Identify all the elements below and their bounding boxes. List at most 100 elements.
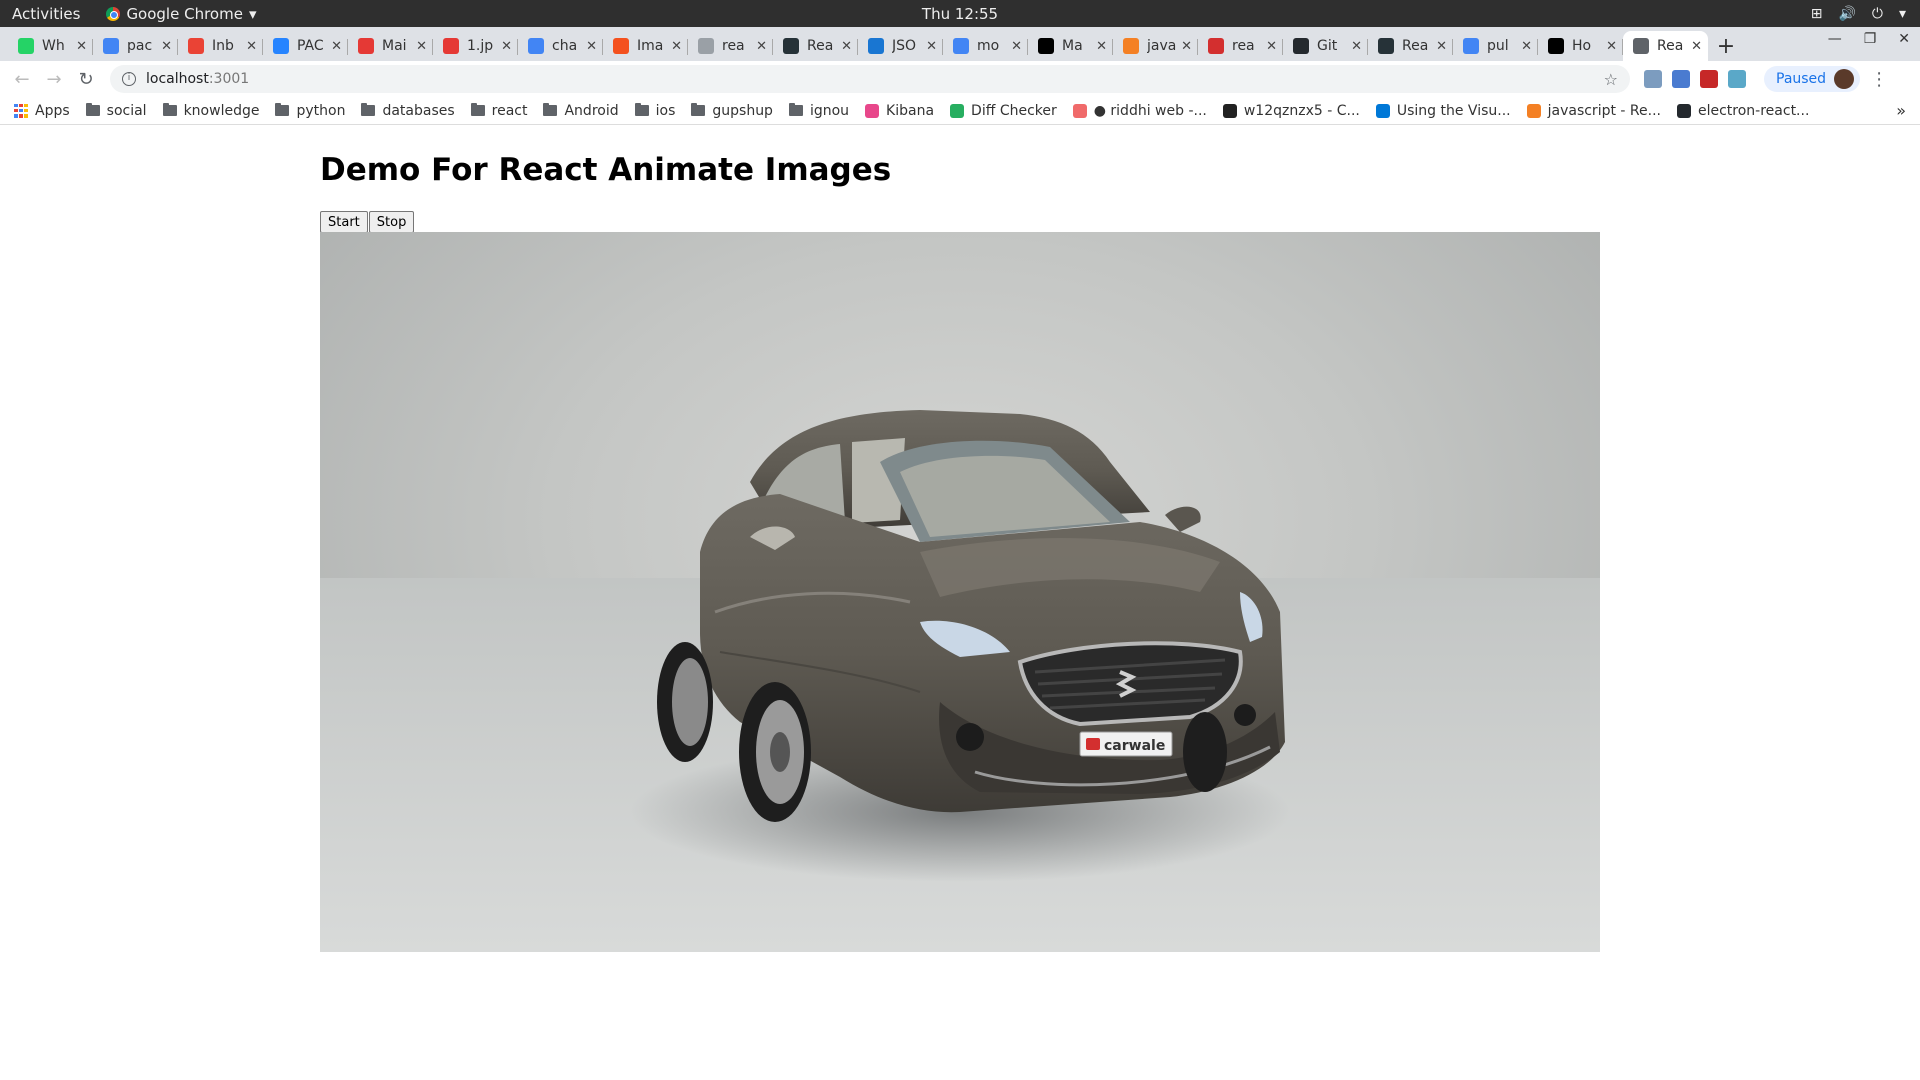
app-menu[interactable]: Google Chrome ▾: [106, 5, 256, 23]
minimize-icon[interactable]: —: [1828, 31, 1842, 47]
site-icon: [1526, 103, 1541, 118]
profile-button[interactable]: Paused: [1764, 66, 1861, 92]
address-bar[interactable]: i localhost:3001 ☆: [110, 65, 1630, 93]
close-icon[interactable]: ✕: [1011, 39, 1022, 54]
close-icon[interactable]: ✕: [1898, 31, 1910, 47]
close-icon[interactable]: ✕: [161, 39, 172, 54]
bookmark-star-icon[interactable]: ☆: [1604, 70, 1618, 89]
system-tray[interactable]: ⊞ 🔊 ⏻ ▾: [1811, 6, 1906, 22]
browser-tab[interactable]: Ima ✕: [603, 31, 688, 61]
bookmark-item[interactable]: ios: [634, 103, 675, 119]
bookmark-item[interactable]: Diff Checker: [950, 103, 1057, 119]
bookmark-item[interactable]: gupshup: [691, 103, 773, 119]
close-icon[interactable]: ✕: [1521, 39, 1532, 54]
site-icon: [1375, 103, 1390, 118]
browser-tab[interactable]: Git ✕: [1283, 31, 1368, 61]
bookmark-item[interactable]: social: [85, 103, 147, 119]
power-icon: ⏻: [1871, 5, 1883, 22]
bookmark-item[interactable]: electron-react...: [1676, 103, 1809, 119]
translate-icon[interactable]: [1672, 70, 1690, 88]
close-icon[interactable]: ✕: [841, 39, 852, 54]
browser-tab[interactable]: Inb ✕: [178, 31, 263, 61]
volume-icon: 🔊: [1838, 5, 1856, 22]
browser-tab[interactable]: Rea ✕: [1623, 31, 1708, 61]
clock[interactable]: Thu 12:55: [0, 5, 1920, 23]
close-icon[interactable]: ✕: [501, 39, 512, 54]
close-icon[interactable]: ✕: [671, 39, 682, 54]
tab-title: PAC: [297, 38, 324, 54]
close-icon[interactable]: ✕: [1266, 39, 1277, 54]
folder-icon: [275, 103, 290, 116]
tab-title: 1.jp: [467, 38, 494, 54]
forward-icon[interactable]: →: [38, 69, 70, 90]
more-bookmarks-icon[interactable]: »: [1896, 101, 1906, 120]
activities-button[interactable]: Activities: [12, 5, 80, 23]
bookmark-item[interactable]: javascript - Re...: [1526, 103, 1661, 119]
menu-icon[interactable]: ⋮: [1870, 69, 1888, 90]
close-icon[interactable]: ✕: [586, 39, 597, 54]
maximize-icon[interactable]: ❐: [1864, 31, 1877, 47]
app-name: Google Chrome: [126, 4, 243, 23]
close-icon[interactable]: ✕: [1351, 39, 1362, 54]
extension-icon[interactable]: [1728, 70, 1746, 88]
tab-title: pac: [127, 38, 153, 54]
tab-title: cha: [552, 38, 578, 54]
browser-tab[interactable]: cha ✕: [518, 31, 603, 61]
browser-tab[interactable]: Ho ✕: [1538, 31, 1623, 61]
bookmark-label: react: [491, 102, 528, 119]
bookmark-item[interactable]: w12qznzx5 - C...: [1222, 103, 1360, 119]
browser-tab[interactable]: 1.jp ✕: [433, 31, 518, 61]
stop-button[interactable]: Stop: [368, 211, 415, 233]
close-icon[interactable]: ✕: [246, 39, 257, 54]
start-button[interactable]: Start: [320, 211, 368, 233]
bookmark-item[interactable]: knowledge: [162, 103, 259, 119]
browser-tab[interactable]: java ✕: [1113, 31, 1198, 61]
bookmark-item[interactable]: react: [470, 102, 528, 119]
favicon-icon: [1123, 38, 1139, 54]
close-icon[interactable]: ✕: [926, 39, 937, 54]
reload-icon[interactable]: ↻: [70, 69, 102, 90]
info-icon[interactable]: i: [122, 72, 136, 86]
tab-title: rea: [722, 38, 745, 54]
bookmark-item[interactable]: databases: [361, 103, 455, 119]
close-icon[interactable]: ✕: [1181, 39, 1192, 54]
browser-tab[interactable]: pac ✕: [93, 31, 178, 61]
browser-tab[interactable]: JSO ✕: [858, 31, 943, 61]
browser-tab[interactable]: Wh ✕: [8, 31, 93, 61]
close-icon[interactable]: ✕: [1096, 39, 1107, 54]
bookmark-item[interactable]: Apps: [14, 103, 70, 119]
favicon-icon: [528, 38, 544, 54]
bookmark-label: Diff Checker: [971, 102, 1057, 119]
bookmark-item[interactable]: Android: [543, 102, 619, 119]
close-icon[interactable]: ✕: [756, 39, 767, 54]
page-title: Demo For React Animate Images: [320, 152, 892, 188]
browser-tab[interactable]: mo ✕: [943, 31, 1028, 61]
back-icon[interactable]: ←: [6, 69, 38, 90]
browser-tab[interactable]: pul ✕: [1453, 31, 1538, 61]
extension-icon[interactable]: [1700, 70, 1718, 88]
new-tab-icon[interactable]: +: [1708, 31, 1744, 61]
chevron-down-icon: ▾: [1898, 5, 1906, 22]
bookmark-item[interactable]: ● riddhi web -...: [1072, 103, 1207, 119]
browser-tab[interactable]: rea ✕: [1198, 31, 1283, 61]
bookmark-item[interactable]: Using the Visu...: [1375, 103, 1511, 119]
browser-tab[interactable]: Rea ✕: [773, 31, 858, 61]
close-icon[interactable]: ✕: [76, 39, 87, 54]
browser-tab[interactable]: Mai ✕: [348, 31, 433, 61]
bookmark-item[interactable]: ignou: [788, 103, 849, 119]
close-icon[interactable]: ✕: [416, 39, 427, 54]
browser-tab[interactable]: rea ✕: [688, 31, 773, 61]
extension-icon[interactable]: [1644, 70, 1662, 88]
page-content: Demo For React Animate Images Start Stop: [0, 126, 1920, 1080]
favicon-icon: [1633, 38, 1649, 54]
bookmark-label: Android: [564, 102, 619, 119]
close-icon[interactable]: ✕: [1606, 39, 1617, 54]
close-icon[interactable]: ✕: [1691, 39, 1702, 54]
close-icon[interactable]: ✕: [331, 39, 342, 54]
close-icon[interactable]: ✕: [1436, 39, 1447, 54]
browser-tab[interactable]: PAC ✕: [263, 31, 348, 61]
bookmark-item[interactable]: Kibana: [865, 103, 934, 119]
bookmark-item[interactable]: python: [275, 103, 345, 119]
browser-tab[interactable]: Rea ✕: [1368, 31, 1453, 61]
browser-tab[interactable]: Ma ✕: [1028, 31, 1113, 61]
